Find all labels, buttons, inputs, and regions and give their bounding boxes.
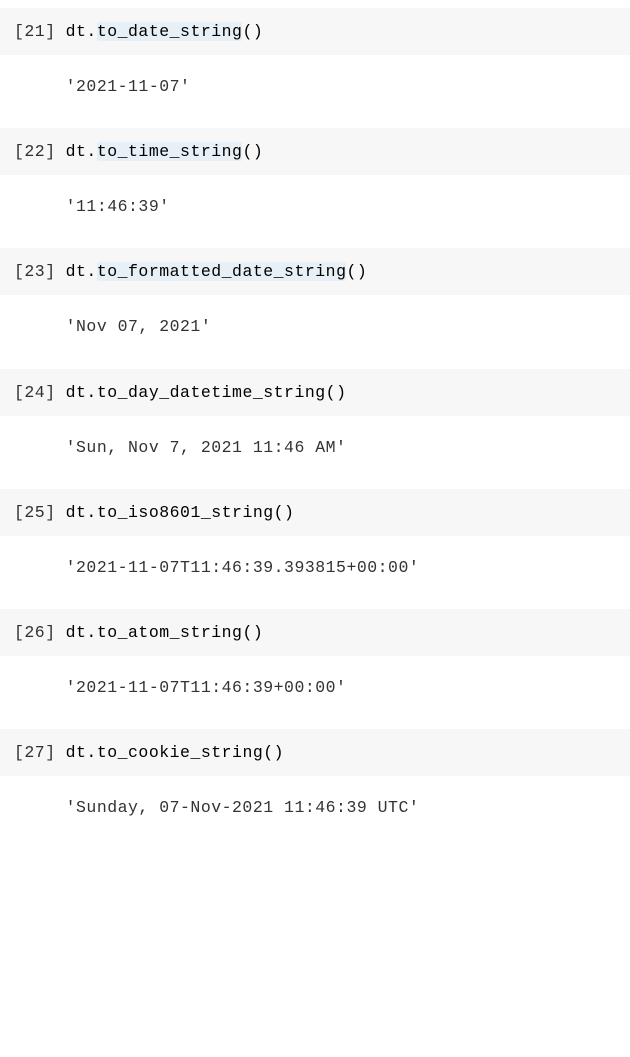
code-input[interactable]: dt.to_date_string() <box>66 20 616 43</box>
code-prefix: dt. <box>66 262 97 281</box>
cell-input-row[interactable]: [25]dt.to_iso8601_string() <box>0 489 630 536</box>
code-input[interactable]: dt.to_cookie_string() <box>66 741 616 764</box>
code-prefix: dt. <box>66 623 97 642</box>
cell-output-text: '11:46:39' <box>66 195 616 218</box>
code-input[interactable]: dt.to_iso8601_string() <box>66 501 616 524</box>
cell-input-row[interactable]: [22]dt.to_time_string() <box>0 128 630 175</box>
cell-output-row: [26]'2021-11-07T11:46:39+00:00' <box>0 656 630 729</box>
code-method-name: to_formatted_date_string <box>97 262 347 281</box>
code-input[interactable]: dt.to_atom_string() <box>66 621 616 644</box>
cell-output-text: 'Sun, Nov 7, 2021 11:46 AM' <box>66 436 616 459</box>
code-prefix: dt. <box>66 383 97 402</box>
notebook-cell: [25]dt.to_iso8601_string()[25]'2021-11-0… <box>0 489 630 609</box>
execution-count: [26] <box>14 621 66 644</box>
code-suffix: () <box>263 743 284 762</box>
cell-output-row: [21]'2021-11-07' <box>0 55 630 128</box>
code-suffix: () <box>274 503 295 522</box>
notebook-cell: [24]dt.to_day_datetime_string()[24]'Sun,… <box>0 369 630 489</box>
code-prefix: dt. <box>66 142 97 161</box>
cell-input-row[interactable]: [26]dt.to_atom_string() <box>0 609 630 656</box>
cell-output-text: 'Sunday, 07-Nov-2021 11:46:39 UTC' <box>66 796 616 819</box>
cell-output-row: [23]'Nov 07, 2021' <box>0 295 630 368</box>
cell-output-text: '2021-11-07T11:46:39.393815+00:00' <box>66 556 616 579</box>
execution-count: [27] <box>14 741 66 764</box>
code-prefix: dt. <box>66 743 97 762</box>
code-method-name: to_atom_string <box>97 623 243 642</box>
cell-input-row[interactable]: [21]dt.to_date_string() <box>0 8 630 55</box>
code-suffix: () <box>346 262 367 281</box>
cell-output-row: [24]'Sun, Nov 7, 2021 11:46 AM' <box>0 416 630 489</box>
notebook-cell: [22]dt.to_time_string()[22]'11:46:39' <box>0 128 630 248</box>
cell-output-row: [27]'Sunday, 07-Nov-2021 11:46:39 UTC' <box>0 776 630 849</box>
cell-output-text: '2021-11-07T11:46:39+00:00' <box>66 676 616 699</box>
execution-count: [21] <box>14 20 66 43</box>
notebook-cell: [27]dt.to_cookie_string()[27]'Sunday, 07… <box>0 729 630 849</box>
code-method-name: to_date_string <box>97 22 243 41</box>
code-suffix: () <box>242 142 263 161</box>
code-input[interactable]: dt.to_time_string() <box>66 140 616 163</box>
execution-count: [25] <box>14 501 66 524</box>
code-method-name: to_iso8601_string <box>97 503 274 522</box>
code-prefix: dt. <box>66 22 97 41</box>
notebook-cell: [26]dt.to_atom_string()[26]'2021-11-07T1… <box>0 609 630 729</box>
code-suffix: () <box>242 22 263 41</box>
code-method-name: to_cookie_string <box>97 743 263 762</box>
code-prefix: dt. <box>66 503 97 522</box>
execution-count: [24] <box>14 381 66 404</box>
code-method-name: to_day_datetime_string <box>97 383 326 402</box>
cell-output-text: '2021-11-07' <box>66 75 616 98</box>
code-suffix: () <box>326 383 347 402</box>
notebook-cell: [23]dt.to_formatted_date_string()[23]'No… <box>0 248 630 368</box>
cell-input-row[interactable]: [23]dt.to_formatted_date_string() <box>0 248 630 295</box>
execution-count: [23] <box>14 260 66 283</box>
code-input[interactable]: dt.to_formatted_date_string() <box>66 260 616 283</box>
code-input[interactable]: dt.to_day_datetime_string() <box>66 381 616 404</box>
cell-input-row[interactable]: [24]dt.to_day_datetime_string() <box>0 369 630 416</box>
cell-output-text: 'Nov 07, 2021' <box>66 315 616 338</box>
cell-output-row: [22]'11:46:39' <box>0 175 630 248</box>
execution-count: [22] <box>14 140 66 163</box>
cell-input-row[interactable]: [27]dt.to_cookie_string() <box>0 729 630 776</box>
code-suffix: () <box>242 623 263 642</box>
notebook-cell-list: [21]dt.to_date_string()[21]'2021-11-07'[… <box>0 0 630 879</box>
notebook-cell: [21]dt.to_date_string()[21]'2021-11-07' <box>0 8 630 128</box>
code-method-name: to_time_string <box>97 142 243 161</box>
cell-output-row: [25]'2021-11-07T11:46:39.393815+00:00' <box>0 536 630 609</box>
